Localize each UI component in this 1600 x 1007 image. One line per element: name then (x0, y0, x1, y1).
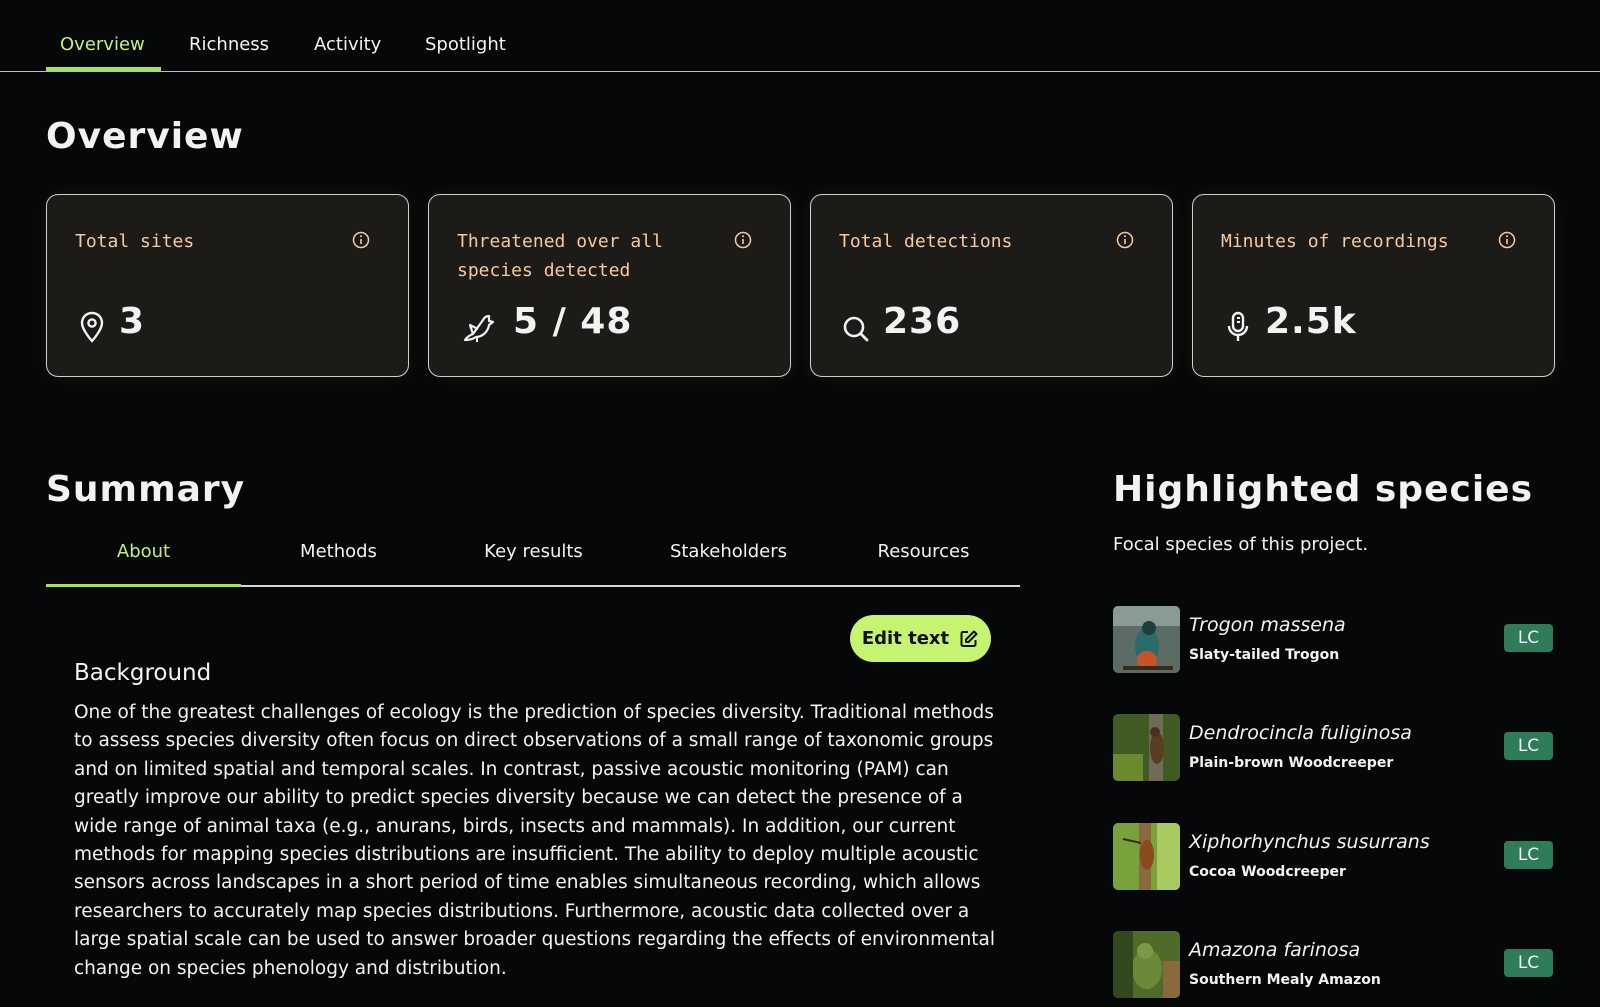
search-icon (843, 316, 869, 342)
background-heading: Background (74, 660, 212, 686)
species-item[interactable]: Dendrocincla fuliginosa Plain-brown Wood… (1113, 714, 1553, 782)
status-badge: LC (1504, 624, 1553, 652)
species-scientific-name: Dendrocincla fuliginosa (1189, 722, 1412, 744)
tab-overview[interactable]: Overview (60, 34, 145, 55)
info-icon[interactable] (1116, 231, 1134, 249)
subtab-stakeholders[interactable]: Stakeholders (631, 541, 826, 562)
summary-tabs: About Methods Key results Stakeholders R… (46, 535, 1020, 587)
species-item[interactable]: Trogon massena Slaty-tailed Trogon LC (1113, 606, 1553, 674)
subtab-key-results[interactable]: Key results (436, 541, 631, 562)
stat-label: Minutes of recordings (1221, 231, 1449, 252)
species-common-name: Plain-brown Woodcreeper (1189, 755, 1394, 771)
info-icon[interactable] (1498, 231, 1516, 249)
status-badge: LC (1504, 732, 1553, 760)
active-subtab-indicator (46, 584, 241, 587)
subtab-methods[interactable]: Methods (241, 541, 436, 562)
page-title: Overview (46, 116, 244, 157)
tab-activity[interactable]: Activity (314, 34, 381, 55)
species-scientific-name: Xiphorhynchus susurrans (1189, 831, 1430, 853)
stat-label: Threatened over all species detected (457, 231, 663, 281)
highlighted-species-subtitle: Focal species of this project. (1113, 534, 1369, 555)
stat-value: 5 / 48 (513, 301, 633, 342)
map-pin-icon (80, 311, 104, 343)
species-photo (1113, 606, 1180, 673)
species-common-name: Slaty-tailed Trogon (1189, 647, 1340, 663)
stat-label: Total detections (839, 231, 1013, 252)
stat-card-recordings: Minutes of recordings 2.5k (1192, 194, 1555, 377)
stat-card-total-sites: Total sites 3 (46, 194, 409, 377)
species-common-name: Southern Mealy Amazon (1189, 972, 1381, 988)
subtab-about[interactable]: About (46, 541, 241, 562)
highlighted-species-title: Highlighted species (1113, 469, 1534, 510)
status-badge: LC (1504, 841, 1553, 869)
microphone-icon (1227, 311, 1249, 341)
tab-spotlight[interactable]: Spotlight (425, 34, 506, 55)
top-nav: Overview Richness Activity Spotlight (0, 0, 1600, 72)
stat-value: 3 (119, 301, 146, 342)
edit-icon (960, 630, 978, 647)
stat-value: 2.5k (1265, 301, 1357, 342)
species-item[interactable]: Xiphorhynchus susurrans Cocoa Woodcreepe… (1113, 823, 1553, 891)
info-icon[interactable] (352, 231, 370, 249)
stat-label: Total sites (75, 231, 195, 252)
species-common-name: Cocoa Woodcreeper (1189, 864, 1346, 880)
species-photo (1113, 931, 1180, 998)
stat-card-detections: Total detections 236 (810, 194, 1173, 377)
status-badge: LC (1504, 949, 1553, 977)
species-item[interactable]: Amazona farinosa Southern Mealy Amazon L… (1113, 931, 1553, 999)
edit-text-label: Edit text (861, 628, 950, 649)
bird-icon (463, 314, 495, 342)
species-photo (1113, 823, 1180, 890)
active-tab-indicator (46, 67, 161, 71)
edit-text-button[interactable]: Edit text (850, 615, 991, 662)
stat-value: 236 (883, 301, 962, 342)
info-icon[interactable] (734, 231, 752, 249)
species-scientific-name: Amazona farinosa (1189, 939, 1361, 961)
stat-card-threatened: Threatened over all species detected 5 /… (428, 194, 791, 377)
summary-title: Summary (46, 469, 246, 510)
subtab-resources[interactable]: Resources (826, 541, 1021, 562)
tab-richness[interactable]: Richness (189, 34, 269, 55)
background-text: One of the greatest challenges of ecolog… (74, 702, 995, 979)
species-photo (1113, 714, 1180, 781)
species-scientific-name: Trogon massena (1189, 614, 1346, 636)
